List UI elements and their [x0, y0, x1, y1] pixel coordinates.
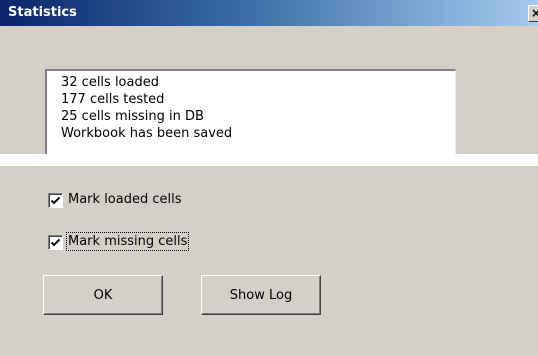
close-icon: × — [531, 6, 538, 20]
mark-missing-label[interactable]: Mark missing cells — [65, 232, 190, 251]
mark-loaded-checkbox[interactable] — [48, 193, 63, 208]
checkmark-icon — [50, 238, 61, 247]
ok-button[interactable]: OK — [43, 275, 163, 315]
mark-loaded-label[interactable]: Mark loaded cells — [68, 192, 182, 207]
log-line: 32 cells loaded — [61, 75, 159, 90]
mark-missing-checkbox[interactable] — [48, 235, 63, 250]
statistics-dialog: Statistics × 32 cells loaded 177 cells t… — [0, 0, 538, 356]
log-listbox[interactable]: 32 cells loaded 177 cells tested 25 cell… — [45, 69, 456, 164]
close-button[interactable]: × — [528, 5, 538, 22]
separator-gap — [0, 154, 538, 166]
title-bar: Statistics × — [0, 0, 538, 26]
log-line: Workbook has been saved — [61, 126, 233, 141]
window-title: Statistics — [8, 5, 77, 20]
log-line: 177 cells tested — [61, 92, 165, 107]
show-log-button[interactable]: Show Log — [201, 275, 321, 315]
log-line: 25 cells missing in DB — [61, 109, 204, 124]
checkmark-icon — [50, 196, 61, 205]
